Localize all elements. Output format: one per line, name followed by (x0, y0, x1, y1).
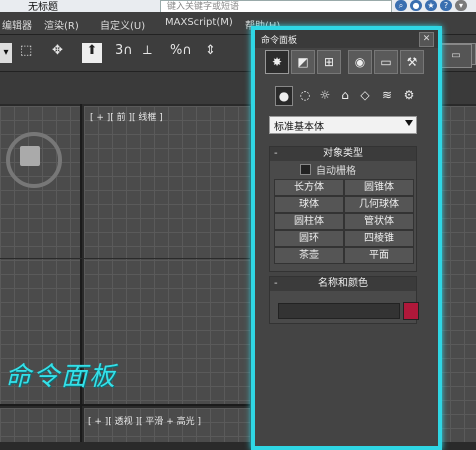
menu-item-editors[interactable]: 编辑器 (2, 17, 32, 32)
create-categories: ● ◌ ☼ ⌂ ◇ ≋ ⚙ (255, 86, 438, 110)
percent-snap-label: % (170, 43, 183, 58)
cone-button[interactable]: 圆锥体 (344, 179, 414, 196)
search-placeholder: 键入关键字或短语 (167, 2, 240, 12)
select-object-icon[interactable]: ⬚ (20, 43, 32, 63)
object-color-swatch[interactable] (403, 302, 419, 320)
command-panel-titlebar[interactable]: 命令面板 ✕ (255, 30, 438, 48)
menu-item-maxscript[interactable]: MAXScript(M) (165, 17, 233, 28)
move-gizmo-icon[interactable]: ✥ (52, 43, 63, 63)
category-lights-icon[interactable]: ☼ (317, 86, 333, 104)
help-icon[interactable]: ? (440, 0, 452, 11)
keyboard-shortcut-icon[interactable]: ⬆ (82, 43, 102, 63)
viewport-perspective-label[interactable]: [ + ][ 透视 ][ 平滑 + 高光 ] (88, 414, 201, 427)
title-bar: 无标题 键入关键字或短语 ⌕ ● ★ ? ▾ (0, 0, 476, 13)
tab-modify[interactable]: ◩ (291, 50, 315, 74)
object-type-title: 对象类型 (323, 148, 363, 159)
tab-hierarchy[interactable]: ⊞ (317, 50, 341, 74)
viewport-perspective[interactable]: [ + ][ 透视 ][ 平滑 + 高光 ] (84, 408, 250, 442)
category-shapes-icon[interactable]: ◌ (297, 86, 313, 104)
tab-create[interactable]: ✸ (265, 50, 289, 74)
spinner-snap-icon[interactable]: ⇕ (205, 43, 216, 63)
viewcube-icon[interactable] (20, 146, 40, 166)
pyramid-button[interactable]: 四棱锥 (344, 230, 414, 247)
tab-display[interactable]: ▭ (374, 50, 398, 74)
geosphere-button[interactable]: 几何球体 (344, 196, 414, 213)
category-cameras-icon[interactable]: ⌂ (337, 86, 353, 104)
plane-button[interactable]: 平面 (344, 247, 414, 264)
user-icon[interactable]: ● (410, 0, 422, 11)
sphere-button[interactable]: 球体 (274, 196, 344, 213)
cylinder-button[interactable]: 圆柱体 (274, 213, 344, 230)
chevron-down-icon (405, 120, 413, 126)
tab-utilities[interactable]: ⚒ (400, 50, 424, 74)
percent-snap[interactable]: %∩ (170, 43, 192, 63)
star-icon[interactable]: ★ (425, 0, 437, 11)
torus-button[interactable]: 圆环 (274, 230, 344, 247)
command-panel-title: 命令面板 (261, 36, 298, 46)
snap-toggle[interactable]: 3∩ (115, 43, 133, 63)
object-category-value: 标准基本体 (274, 122, 324, 133)
autogrid-checkbox[interactable] (300, 164, 311, 175)
snap-value: 3 (115, 43, 124, 58)
tube-button[interactable]: 管状体 (344, 213, 414, 230)
command-panel-tabs: ✸ ◩ ⊞ ◉ ▭ ⚒ (255, 50, 438, 76)
autogrid-label: 自动栅格 (316, 166, 356, 177)
collapse-icon: - (274, 278, 278, 289)
collapse-icon: - (274, 148, 278, 159)
search-icon[interactable]: ⌕ (395, 0, 407, 11)
command-panel: 命令面板 ✕ ✸ ◩ ⊞ ◉ ▭ ⚒ ● ◌ ☼ ⌂ ◇ ≋ ⚙ 标准基本体 -… (251, 26, 442, 450)
box-button[interactable]: 长方体 (274, 179, 344, 196)
object-category-select[interactable]: 标准基本体 (269, 116, 417, 134)
category-spacewarps-icon[interactable]: ≋ (379, 86, 395, 104)
side-tool-icon[interactable]: ▭ (440, 44, 472, 68)
category-systems-icon[interactable]: ⚙ (401, 86, 417, 104)
more-icon[interactable]: ▾ (455, 0, 467, 11)
viewport-bottom-left[interactable] (0, 408, 80, 442)
menu-item-customize[interactable]: 自定义(U) (100, 17, 145, 32)
teapot-button[interactable]: 茶壶 (274, 247, 344, 264)
viewport-right[interactable] (436, 106, 476, 442)
selection-filter-dropdown[interactable]: ▾ (0, 43, 12, 63)
menu-item-render[interactable]: 渲染(R) (44, 17, 79, 32)
category-geometry-icon[interactable]: ● (275, 86, 293, 106)
close-button[interactable]: ✕ (419, 32, 434, 47)
viewport-front-label[interactable]: [ + ][ 前 ][ 线框 ] (90, 110, 163, 123)
grid-axis-line (0, 258, 250, 259)
object-type-header[interactable]: - 对象类型 (270, 147, 416, 161)
tab-motion[interactable]: ◉ (348, 50, 372, 74)
name-color-title: 名称和颜色 (318, 278, 368, 289)
viewport-divider-horizontal (0, 404, 250, 406)
category-helpers-icon[interactable]: ◇ (357, 86, 373, 104)
object-type-rollout: - 对象类型 自动栅格 长方体 圆锥体 球体 几何球体 圆柱体 管状体 圆环 四… (269, 146, 417, 272)
object-name-field[interactable] (278, 303, 400, 319)
angle-snap-icon[interactable]: ⟂ (143, 43, 152, 63)
side-toolbar: ▭ (438, 44, 474, 96)
name-color-header[interactable]: - 名称和颜色 (270, 277, 416, 291)
name-color-rollout: - 名称和颜色 (269, 276, 419, 324)
annotation-text: 命令面板 (5, 362, 118, 392)
